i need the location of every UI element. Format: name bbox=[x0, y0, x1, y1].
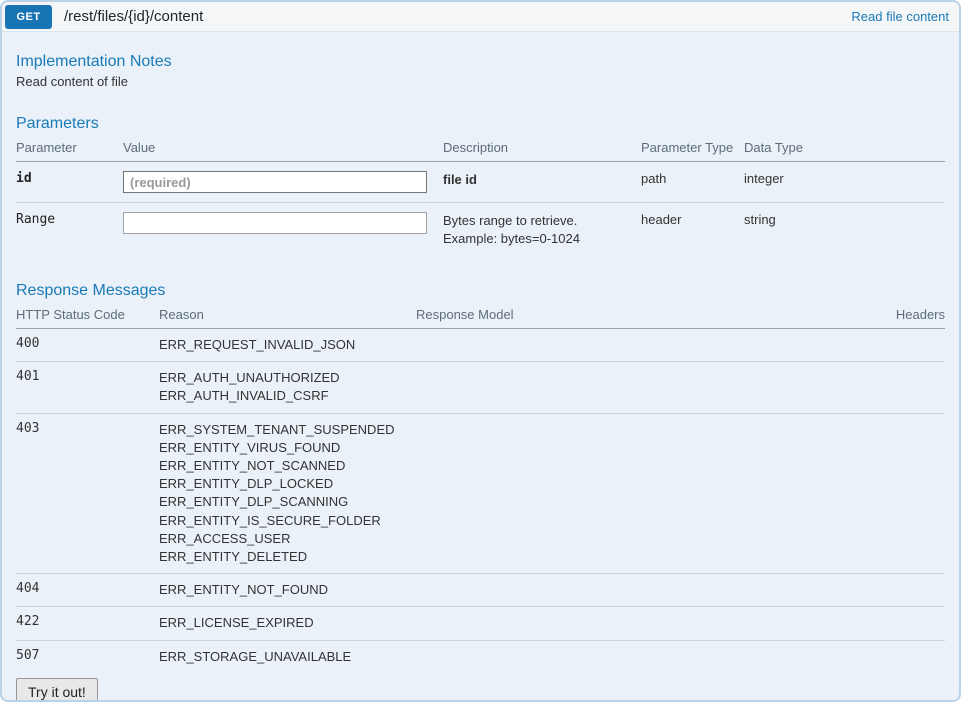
http-status-code: 403 bbox=[16, 413, 159, 574]
parameter-name: id bbox=[16, 162, 123, 203]
response-messages-table: HTTP Status Code Reason Response Model H… bbox=[16, 302, 945, 673]
response-headers bbox=[748, 640, 945, 673]
response-messages-title: Response Messages bbox=[16, 281, 945, 300]
response-reason-line: ERR_REQUEST_INVALID_JSON bbox=[159, 336, 416, 354]
response-reason-line: ERR_ENTITY_DLP_LOCKED bbox=[159, 475, 416, 493]
response-model bbox=[416, 574, 748, 607]
response-reason-line: ERR_ACCESS_USER bbox=[159, 530, 416, 548]
response-headers bbox=[748, 607, 945, 640]
parameter-description-line: Example: bytes=0-1024 bbox=[443, 230, 641, 248]
parameter-value-cell bbox=[123, 162, 443, 203]
implementation-notes-text: Read content of file bbox=[16, 74, 945, 90]
parameters-table: Parameter Value Description Parameter Ty… bbox=[16, 135, 945, 257]
response-model bbox=[416, 329, 748, 362]
response-reason: ERR_STORAGE_UNAVAILABLE bbox=[159, 640, 416, 673]
response-reason-line: ERR_AUTH_UNAUTHORIZED bbox=[159, 369, 416, 387]
parameter-description: Bytes range to retrieve.Example: bytes=0… bbox=[443, 203, 641, 258]
parameter-value-input[interactable] bbox=[123, 171, 427, 193]
response-reason: ERR_ENTITY_NOT_FOUND bbox=[159, 574, 416, 607]
http-status-code: 401 bbox=[16, 362, 159, 413]
operation-summary-link[interactable]: Read file content bbox=[851, 9, 949, 24]
parameter-value-cell bbox=[123, 203, 443, 258]
response-row: 403ERR_SYSTEM_TENANT_SUSPENDEDERR_ENTITY… bbox=[16, 413, 945, 574]
response-model bbox=[416, 640, 748, 673]
response-headers bbox=[748, 574, 945, 607]
response-row: 401ERR_AUTH_UNAUTHORIZEDERR_AUTH_INVALID… bbox=[16, 362, 945, 413]
responses-header-row: HTTP Status Code Reason Response Model H… bbox=[16, 302, 945, 329]
col-parameter-type: Parameter Type bbox=[641, 135, 744, 162]
api-operation-panel: GET /rest/files/{id}/content Read file c… bbox=[0, 0, 961, 702]
response-reason-line: ERR_STORAGE_UNAVAILABLE bbox=[159, 648, 416, 666]
http-method-badge: GET bbox=[5, 5, 52, 29]
response-reason-line: ERR_SYSTEM_TENANT_SUSPENDED bbox=[159, 421, 416, 439]
parameter-row: id file idpathinteger bbox=[16, 162, 945, 203]
response-row: 422ERR_LICENSE_EXPIRED bbox=[16, 607, 945, 640]
response-headers bbox=[748, 413, 945, 574]
col-description: Description bbox=[443, 135, 641, 162]
operation-content: Implementation Notes Read content of fil… bbox=[2, 32, 959, 702]
parameter-description: file id bbox=[443, 162, 641, 203]
col-headers: Headers bbox=[748, 302, 945, 329]
parameters-title: Parameters bbox=[16, 114, 945, 133]
response-headers bbox=[748, 329, 945, 362]
http-status-code: 400 bbox=[16, 329, 159, 362]
col-value: Value bbox=[123, 135, 443, 162]
col-parameter: Parameter bbox=[16, 135, 123, 162]
response-model bbox=[416, 362, 748, 413]
response-reason-line: ERR_ENTITY_NOT_FOUND bbox=[159, 581, 416, 599]
response-reason: ERR_AUTH_UNAUTHORIZEDERR_AUTH_INVALID_CS… bbox=[159, 362, 416, 413]
response-row: 507ERR_STORAGE_UNAVAILABLE bbox=[16, 640, 945, 673]
response-reason: ERR_REQUEST_INVALID_JSON bbox=[159, 329, 416, 362]
col-reason: Reason bbox=[159, 302, 416, 329]
parameters-header-row: Parameter Value Description Parameter Ty… bbox=[16, 135, 945, 162]
response-reason-line: ERR_ENTITY_DELETED bbox=[159, 548, 416, 566]
parameter-type: header bbox=[641, 203, 744, 258]
response-row: 400ERR_REQUEST_INVALID_JSON bbox=[16, 329, 945, 362]
parameter-description-line: file id bbox=[443, 171, 641, 189]
parameter-value-input[interactable] bbox=[123, 212, 427, 234]
response-reason-line: ERR_ENTITY_IS_SECURE_FOLDER bbox=[159, 512, 416, 530]
operation-header: GET /rest/files/{id}/content Read file c… bbox=[2, 2, 959, 32]
http-status-code: 507 bbox=[16, 640, 159, 673]
response-reason-line: ERR_ENTITY_DLP_SCANNING bbox=[159, 493, 416, 511]
http-status-code: 404 bbox=[16, 574, 159, 607]
operation-path-link[interactable]: /rest/files/{id}/content bbox=[64, 8, 203, 25]
col-response-model: Response Model bbox=[416, 302, 748, 329]
col-http-status-code: HTTP Status Code bbox=[16, 302, 159, 329]
response-reason-line: ERR_ENTITY_VIRUS_FOUND bbox=[159, 439, 416, 457]
parameter-row: Range Bytes range to retrieve.Example: by… bbox=[16, 203, 945, 258]
response-model bbox=[416, 607, 748, 640]
response-model bbox=[416, 413, 748, 574]
col-data-type: Data Type bbox=[744, 135, 945, 162]
parameter-data-type: string bbox=[744, 203, 945, 258]
http-status-code: 422 bbox=[16, 607, 159, 640]
try-it-out-button[interactable]: Try it out! bbox=[16, 678, 98, 702]
response-headers bbox=[748, 362, 945, 413]
response-reason-line: ERR_LICENSE_EXPIRED bbox=[159, 614, 416, 632]
parameter-type: path bbox=[641, 162, 744, 203]
response-reason-line: ERR_ENTITY_NOT_SCANNED bbox=[159, 457, 416, 475]
response-reason: ERR_LICENSE_EXPIRED bbox=[159, 607, 416, 640]
parameter-description-line: Bytes range to retrieve. bbox=[443, 212, 641, 230]
parameter-name: Range bbox=[16, 203, 123, 258]
response-reason-line: ERR_AUTH_INVALID_CSRF bbox=[159, 387, 416, 405]
response-reason: ERR_SYSTEM_TENANT_SUSPENDEDERR_ENTITY_VI… bbox=[159, 413, 416, 574]
parameter-data-type: integer bbox=[744, 162, 945, 203]
implementation-notes-title: Implementation Notes bbox=[16, 52, 945, 71]
response-row: 404ERR_ENTITY_NOT_FOUND bbox=[16, 574, 945, 607]
